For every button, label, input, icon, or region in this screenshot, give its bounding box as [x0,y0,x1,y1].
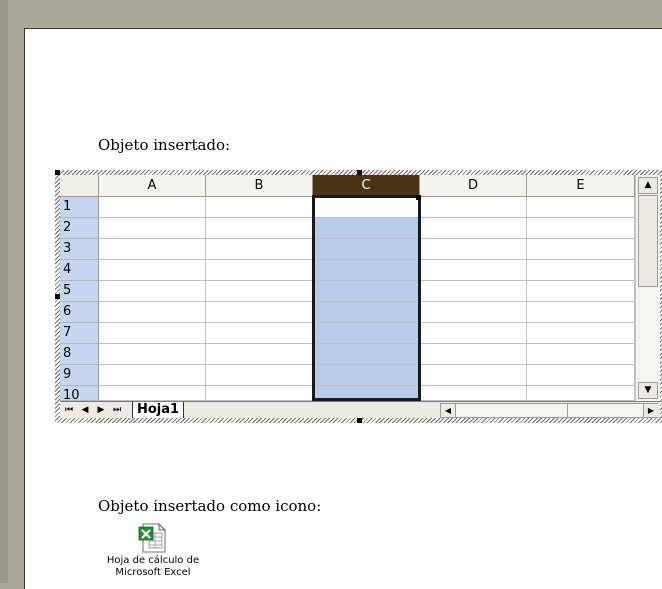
next-sheet-icon[interactable]: ▶ [94,403,108,417]
cell-b9[interactable] [206,365,313,386]
cell-a4[interactable] [99,260,206,281]
horizontal-scrollbar[interactable]: ◀ ▶ [440,403,658,418]
select-all-corner[interactable] [60,175,99,197]
previous-sheet-icon[interactable]: ◀ [78,403,92,417]
cell-a9[interactable] [99,365,206,386]
column-header-b[interactable]: B [206,175,313,197]
cell-a7[interactable] [99,323,206,344]
cell-d9[interactable] [420,365,527,386]
cell-d2[interactable] [420,218,527,239]
row-header-9[interactable]: 9 [60,365,99,386]
cell-c1[interactable] [313,197,420,218]
row-header-8[interactable]: 8 [60,344,99,365]
inserted-object-label: Objeto insertado: [98,136,231,154]
cell-d1[interactable] [420,197,527,218]
cell-a6[interactable] [99,302,206,323]
cell-b3[interactable] [206,239,313,260]
window-left-edge [0,0,8,583]
caption-line-1: Hoja de cálculo de [106,555,200,566]
cell-e5[interactable] [527,281,635,302]
cell-a3[interactable] [99,239,206,260]
last-sheet-icon[interactable]: ⏭ [110,403,124,417]
cell-b5[interactable] [206,281,313,302]
column-header-a[interactable]: A [99,175,206,197]
caption-line-2: Microsoft Excel [115,567,191,578]
cell-c9[interactable] [313,365,420,386]
cell-c4[interactable] [313,260,420,281]
row-header-10[interactable]: 10 [60,386,99,403]
cell-d7[interactable] [420,323,527,344]
row-header-7[interactable]: 7 [60,323,99,344]
embedded-spreadsheet-object[interactable]: A B C D E 1 2 3 4 5 6 7 8 9 10 ▲ ▼ ⏮ ◀ ▶… [55,170,662,423]
excel-file-icon[interactable] [137,522,169,554]
cell-a10[interactable] [99,386,206,401]
sheet-tab-hoja1[interactable]: Hoja1 [132,402,185,418]
cell-b4[interactable] [206,260,313,281]
cell-c7[interactable] [313,323,420,344]
cell-a1[interactable] [99,197,206,218]
cell-e8[interactable] [527,344,635,365]
row-header-6[interactable]: 6 [60,302,99,323]
row-header-4[interactable]: 4 [60,260,99,281]
row-header-3[interactable]: 3 [60,239,99,260]
horizontal-scroll-thumb[interactable] [457,404,568,417]
cell-c6[interactable] [313,302,420,323]
row-header-5[interactable]: 5 [60,281,99,302]
cell-a5[interactable] [99,281,206,302]
resize-handle-bottom[interactable] [357,418,362,423]
cell-c8[interactable] [313,344,420,365]
first-sheet-icon[interactable]: ⏮ [62,403,76,417]
cell-d10[interactable] [420,386,527,401]
fill-handle[interactable] [416,195,421,200]
cell-e9[interactable] [527,365,635,386]
column-header-d[interactable]: D [420,175,527,197]
document-page: Objeto insertado: A B C D E 1 2 3 4 5 6 … [24,28,662,589]
cell-e4[interactable] [527,260,635,281]
cell-a8[interactable] [99,344,206,365]
cell-b8[interactable] [206,344,313,365]
row-header-1[interactable]: 1 [60,197,99,218]
cell-d8[interactable] [420,344,527,365]
spreadsheet-area: A B C D E 1 2 3 4 5 6 7 8 9 10 ▲ ▼ ⏮ ◀ ▶… [60,175,660,418]
cell-e6[interactable] [527,302,635,323]
cell-c3[interactable] [313,239,420,260]
cell-c10[interactable] [313,386,420,401]
sheet-tabs-bar: ⏮ ◀ ▶ ⏭ Hoja1 ◀ ▶ [60,401,660,418]
cell-b10[interactable] [206,386,313,401]
cell-b7[interactable] [206,323,313,344]
scroll-right-icon[interactable]: ▶ [643,404,658,417]
scroll-left-icon[interactable]: ◀ [441,404,456,417]
vertical-scrollbar[interactable]: ▲ ▼ [635,175,660,401]
cell-b1[interactable] [206,197,313,218]
spreadsheet-grid[interactable]: A B C D E 1 2 3 4 5 6 7 8 9 10 [60,175,635,403]
cell-e3[interactable] [527,239,635,260]
scroll-down-icon[interactable]: ▼ [638,382,658,399]
cell-d4[interactable] [420,260,527,281]
excel-icon-caption[interactable]: Hoja de cálculo de Microsoft Excel [89,555,217,579]
cell-c5[interactable] [313,281,420,302]
cell-a2[interactable] [99,218,206,239]
cell-c2[interactable] [313,218,420,239]
cell-e10[interactable] [527,386,635,401]
cell-e7[interactable] [527,323,635,344]
cell-d6[interactable] [420,302,527,323]
cell-e2[interactable] [527,218,635,239]
cell-d5[interactable] [420,281,527,302]
cell-d3[interactable] [420,239,527,260]
inserted-as-icon-label: Objeto insertado como icono: [98,497,322,515]
row-header-2[interactable]: 2 [60,218,99,239]
column-header-e[interactable]: E [527,175,635,197]
vertical-scroll-thumb[interactable] [638,195,658,287]
cell-e1[interactable] [527,197,635,218]
cell-b2[interactable] [206,218,313,239]
cell-b6[interactable] [206,302,313,323]
column-header-c[interactable]: C [313,175,420,197]
scroll-up-icon[interactable]: ▲ [638,177,658,194]
